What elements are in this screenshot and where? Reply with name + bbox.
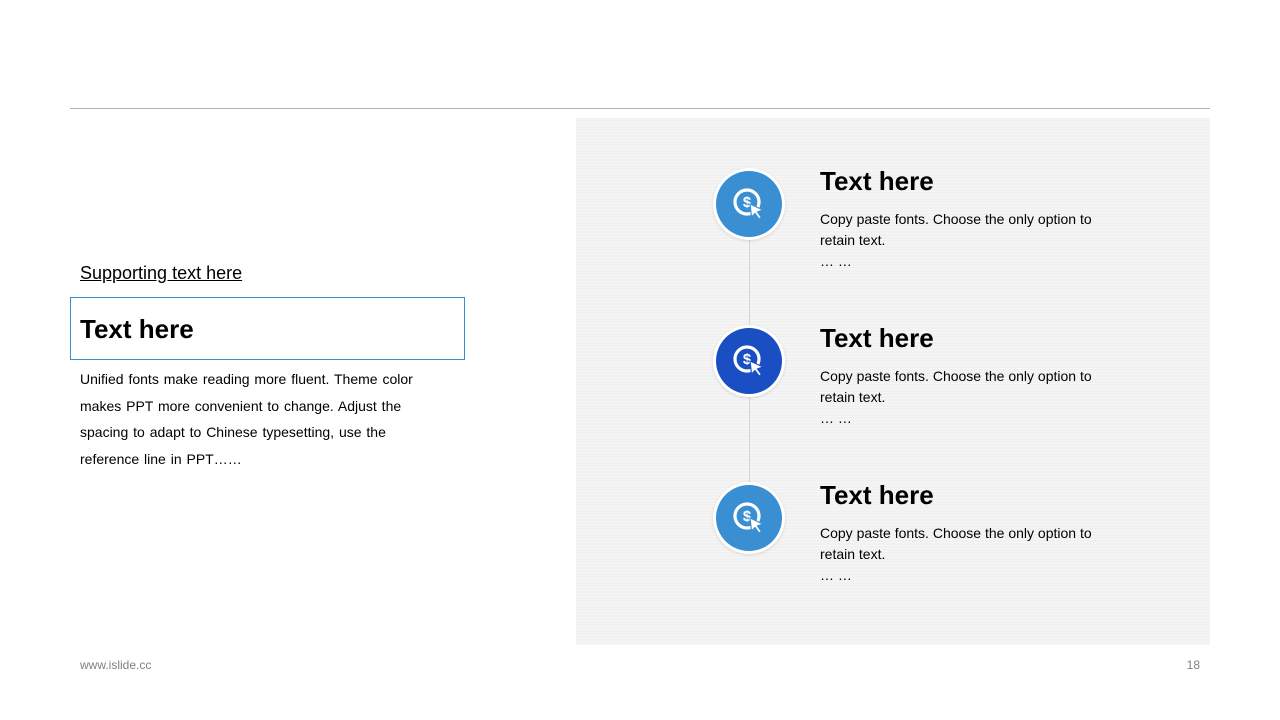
dollar-click-icon: $ <box>713 482 785 554</box>
item-title: Text here <box>820 480 934 510</box>
dollar-click-icon: $ <box>713 168 785 240</box>
left-title: Text here <box>80 314 194 344</box>
item-description: Copy paste fonts. Choose the only option… <box>820 525 1092 562</box>
dollar-click-glyph: $ <box>733 502 764 534</box>
title-box: Text here <box>70 297 465 360</box>
slide: Supporting text here Text here Unified f… <box>0 0 1280 720</box>
item-ellipsis: … … <box>820 253 852 269</box>
timeline-connector <box>749 397 750 483</box>
dollar-click-glyph: $ <box>733 188 764 220</box>
body-text: Unified fonts make reading more fluent. … <box>80 371 413 468</box>
footer-url: www.islide.cc <box>80 658 152 672</box>
item-ellipsis: … … <box>820 567 852 583</box>
supporting-text: Supporting text here <box>80 263 243 283</box>
top-divider <box>70 108 1210 109</box>
timeline-connector <box>749 240 750 326</box>
page-number: 18 <box>1186 658 1200 672</box>
item-title: Text here <box>820 166 934 196</box>
item-ellipsis: … … <box>820 410 852 426</box>
item-description: Copy paste fonts. Choose the only option… <box>820 211 1092 248</box>
item-title: Text here <box>820 323 934 353</box>
dollar-click-icon: $ <box>713 325 785 397</box>
dollar-click-glyph: $ <box>733 345 764 377</box>
item-description: Copy paste fonts. Choose the only option… <box>820 368 1092 405</box>
